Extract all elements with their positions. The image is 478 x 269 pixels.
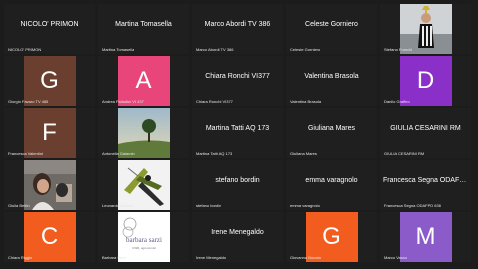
participant-center-name: Martina Tomasella (115, 21, 172, 28)
webcam-person-photo (23, 160, 76, 210)
participant-name-label: Leonardo Bottacin (102, 203, 135, 208)
participant-center-name: Valentina Brasola (304, 73, 359, 80)
participant-center-name: Martina Tatti AQ 173 (205, 125, 270, 132)
participant-tile[interactable]: F Francesca Valentini (4, 108, 95, 158)
logo-subtitle: CWR, agronomist (132, 246, 156, 250)
participant-name-label: Francesca Segna ODAFPD 636 (384, 203, 441, 208)
participant-name-label: Danilo Graffeo (384, 99, 410, 104)
participant-center-name: Irene Menegaldo (211, 229, 264, 236)
participant-name-label: Andrea Palladini VI 437 (102, 99, 144, 104)
participant-name-label: emma varagnolo (290, 203, 320, 208)
participant-name-label: Giovanna Bonato (290, 255, 321, 260)
participant-name-label: Chiara Ronchi VI377 (196, 99, 233, 104)
participant-name-label: Marco Abordi TV 386 (196, 47, 234, 52)
participant-name-label: Antonella Galamin (102, 151, 135, 156)
participant-name-label: Giulia Bettin (8, 203, 30, 208)
participant-tile[interactable]: GIULIA CESARINI RM GIULIA CESARINI RM (380, 108, 471, 158)
participant-tile[interactable]: Antonella Galamin (98, 108, 189, 158)
participant-tile[interactable]: Giulia Bettin (4, 160, 95, 210)
participant-tile[interactable]: D Danilo Graffeo (380, 56, 471, 106)
participant-name-label: Chiara Riggio (8, 255, 33, 260)
participant-tile[interactable]: Stefano Franchi (380, 4, 471, 54)
participant-name-label: Irene Menegaldo (196, 255, 227, 260)
participant-name-label: Giuliana Mares (290, 151, 317, 156)
participant-tile[interactable]: M Marco Vasso (380, 212, 471, 262)
participant-tile[interactable]: A Andrea Palladini VI 437 (98, 56, 189, 106)
participant-center-name: Francesca Segna ODAFPD 6... (383, 177, 471, 184)
participant-tile[interactable]: Valentina Brasola Valentina Brasola (286, 56, 377, 106)
participant-name-label: Martina Tomasella (102, 47, 135, 52)
participant-tile[interactable]: Martina Tomasella Martina Tomasella (98, 4, 189, 54)
participant-tile[interactable]: Chiara Ronchi VI377 Chiara Ronchi VI377 (192, 56, 283, 106)
participant-tile[interactable]: Irene Menegaldo Irene Menegaldo (192, 212, 283, 262)
avatar: M (399, 212, 452, 262)
participant-tile[interactable]: Martina Tatti AQ 173 Martina Tatti AQ 17… (192, 108, 283, 158)
participant-center-name: GIULIA CESARINI RM (390, 125, 461, 132)
participant-tile[interactable]: C Chiara Riggio (4, 212, 95, 262)
logo-title: barbara sarzi (126, 236, 162, 244)
participant-tile[interactable]: Francesca Segna ODAFPD 6... Francesca Se… (380, 160, 471, 210)
participant-center-name: emma varagnolo (305, 177, 358, 184)
participant-name-label: Francesca Valentini (8, 151, 43, 156)
participant-name-label: Valentina Brasola (290, 99, 322, 104)
participant-center-name: Marco Abordi TV 386 (204, 21, 271, 28)
participant-name-label: Barbara Sarzi (102, 255, 127, 260)
participant-center-name: NICOLO' PRIMON (20, 21, 79, 28)
participant-center-name: stefano bordin (215, 177, 260, 184)
participant-name-label: NICOLO' PRIMON (8, 47, 42, 52)
participant-tile[interactable]: G Giovanna Bonato (286, 212, 377, 262)
participant-center-name: Giuliana Mares (307, 125, 356, 132)
video-gallery-grid: NICOLO' PRIMON NICOLO' PRIMON Martina To… (4, 4, 474, 266)
participant-name-label: stefano bordin (196, 203, 222, 208)
participant-tile[interactable]: emma varagnolo emma varagnolo (286, 160, 377, 210)
participant-name-label: Giorgio Favaro TV 485 (8, 99, 49, 104)
participant-name-label: GIULIA CESARINI RM (384, 151, 425, 156)
participant-tile[interactable]: Celeste Gorniero Celeste Gorniero (286, 4, 377, 54)
participant-tile[interactable]: G Giorgio Favaro TV 485 (4, 56, 95, 106)
participant-name-label: Celeste Gorniero (290, 47, 321, 52)
participant-tile[interactable]: Giuliana Mares Giuliana Mares (286, 108, 377, 158)
participant-tile[interactable]: barbara sarzi CWR, agronomist Barbara Sa… (98, 212, 189, 262)
participant-tile[interactable]: NICOLO' PRIMON NICOLO' PRIMON (4, 4, 95, 54)
participant-name-label: Martina Tatti AQ 173 (196, 151, 233, 156)
participant-tile[interactable]: Marco Abordi TV 386 Marco Abordi TV 386 (192, 4, 283, 54)
participant-name-label: Stefano Franchi (384, 47, 413, 52)
participant-tile[interactable]: Leonardo Bottacin (98, 160, 189, 210)
participant-tile[interactable]: stefano bordin stefano bordin (192, 160, 283, 210)
participant-name-label: Marco Vasso (384, 255, 408, 260)
participant-center-name: Chiara Ronchi VI377 (205, 73, 270, 80)
participant-center-name: Celeste Gorniero (305, 21, 358, 28)
